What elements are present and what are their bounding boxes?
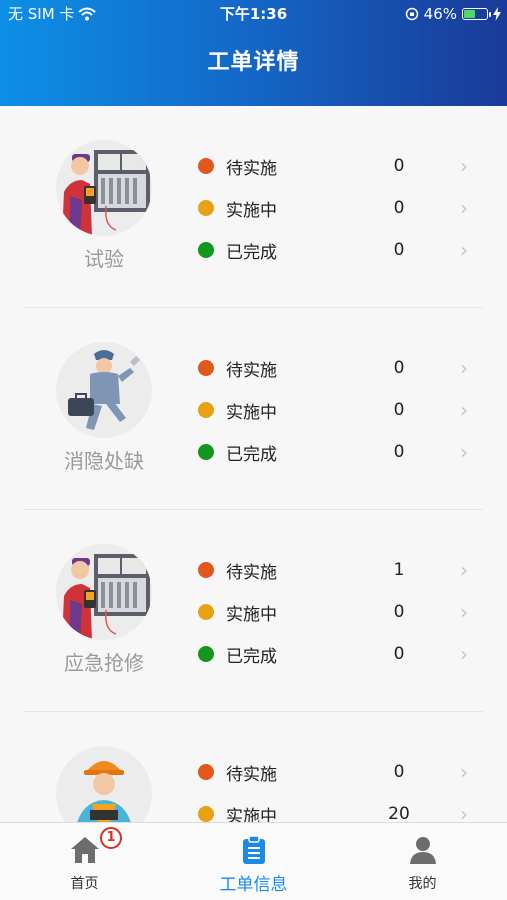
status-row-doing[interactable]: 实施中 0 › [198, 188, 480, 228]
status-bar: 无 SIM 卡 下午1:36 46% [0, 0, 507, 28]
category-section-emergency: 应急抢修 待实施 1 › 实施中 0 › 已完成 0 › [0, 510, 507, 712]
status-row-done[interactable]: 已完成 0 › [198, 432, 480, 472]
doing-dot [198, 402, 214, 418]
status-count: 0 [393, 156, 405, 176]
category-section-defect: 消隐处缺 待实施 0 › 实施中 0 › 已完成 0 › [0, 308, 507, 510]
status-count: 1 [393, 560, 405, 580]
rotation-lock-icon [405, 7, 418, 21]
status-row-pending[interactable]: 待实施 0 › [198, 348, 480, 388]
status-label: 待实施 [226, 360, 277, 381]
status-row-doing[interactable]: 实施中 20 › [198, 794, 480, 822]
status-count: 0 [393, 644, 405, 664]
tab-home[interactable]: 1 首页 [0, 823, 169, 900]
status-count: 0 [393, 762, 405, 782]
doing-dot [198, 806, 214, 822]
app-header: 无 SIM 卡 下午1:36 46% 工单详情 [0, 0, 507, 106]
technician-electric-panel-icon [56, 140, 152, 236]
chevron-right-icon: › [460, 642, 468, 666]
status-label: 已完成 [226, 242, 277, 263]
status-label: 实施中 [226, 200, 277, 221]
status-count: 0 [393, 602, 405, 622]
status-label: 待实施 [226, 764, 277, 785]
status-label: 已完成 [226, 444, 277, 465]
home-icon [70, 837, 99, 863]
status-count: 0 [393, 400, 405, 420]
battery-icon [462, 8, 491, 20]
status-label: 待实施 [226, 158, 277, 179]
tab-home-label: 首页 [70, 876, 99, 892]
tab-mine[interactable]: 我的 [338, 823, 507, 900]
work-order-list[interactable]: 试验 待实施 0 › 实施中 0 › 已完成 0 › 消隐处缺 待实施 0 › … [0, 106, 507, 822]
worker-hardhat-icon [56, 746, 152, 822]
status-row-doing[interactable]: 实施中 0 › [198, 390, 480, 430]
status-row-pending[interactable]: 待实施 1 › [198, 550, 480, 590]
notification-badge: 1 [100, 827, 122, 849]
status-row-pending[interactable]: 待实施 0 › [198, 752, 480, 792]
chevron-right-icon: › [460, 238, 468, 262]
status-label: 待实施 [226, 562, 277, 583]
chevron-right-icon: › [460, 802, 468, 822]
chevron-right-icon: › [460, 154, 468, 178]
done-dot [198, 444, 214, 460]
user-icon [409, 837, 436, 864]
tab-work-orders-label: 工单信息 [219, 875, 288, 895]
chevron-right-icon: › [460, 196, 468, 220]
category-section-construction: 待实施 0 › 实施中 20 › [0, 712, 507, 822]
repairman-toolbox-icon [56, 342, 152, 438]
status-count: 0 [393, 240, 405, 260]
status-label: 已完成 [226, 646, 277, 667]
pending-dot [198, 764, 214, 780]
pending-dot [198, 360, 214, 376]
status-label: 实施中 [226, 402, 277, 423]
tab-mine-label: 我的 [408, 876, 437, 892]
bottom-tab-bar: 1 首页 工单信息 我的 [0, 822, 507, 900]
doing-dot [198, 604, 214, 620]
done-dot [198, 646, 214, 662]
chevron-right-icon: › [460, 398, 468, 422]
chevron-right-icon: › [460, 356, 468, 380]
done-dot [198, 242, 214, 258]
category-label: 消隐处缺 [64, 449, 144, 473]
status-count: 0 [393, 358, 405, 378]
status-row-done[interactable]: 已完成 0 › [198, 634, 480, 674]
category-label: 试验 [84, 247, 124, 271]
charging-icon [493, 7, 501, 21]
status-label: 实施中 [226, 806, 277, 823]
tab-work-orders[interactable]: 工单信息 [169, 823, 338, 900]
status-count: 0 [393, 442, 405, 462]
chevron-right-icon: › [460, 760, 468, 784]
chevron-right-icon: › [460, 440, 468, 464]
technician-electric-panel-icon [56, 544, 152, 640]
status-label: 实施中 [226, 604, 277, 625]
pending-dot [198, 562, 214, 578]
status-row-doing[interactable]: 实施中 0 › [198, 592, 480, 632]
doing-dot [198, 200, 214, 216]
category-section-test: 试验 待实施 0 › 实施中 0 › 已完成 0 › [0, 106, 507, 308]
status-row-pending[interactable]: 待实施 0 › [198, 146, 480, 186]
chevron-right-icon: › [460, 558, 468, 582]
chevron-right-icon: › [460, 600, 468, 624]
clipboard-icon [242, 835, 265, 864]
battery-percent: 46% [423, 5, 457, 23]
status-count: 0 [393, 198, 405, 218]
page-title: 工单详情 [207, 50, 300, 75]
category-label: 应急抢修 [64, 651, 144, 675]
status-row-done[interactable]: 已完成 0 › [198, 230, 480, 270]
pending-dot [198, 158, 214, 174]
status-count: 20 [388, 804, 410, 822]
